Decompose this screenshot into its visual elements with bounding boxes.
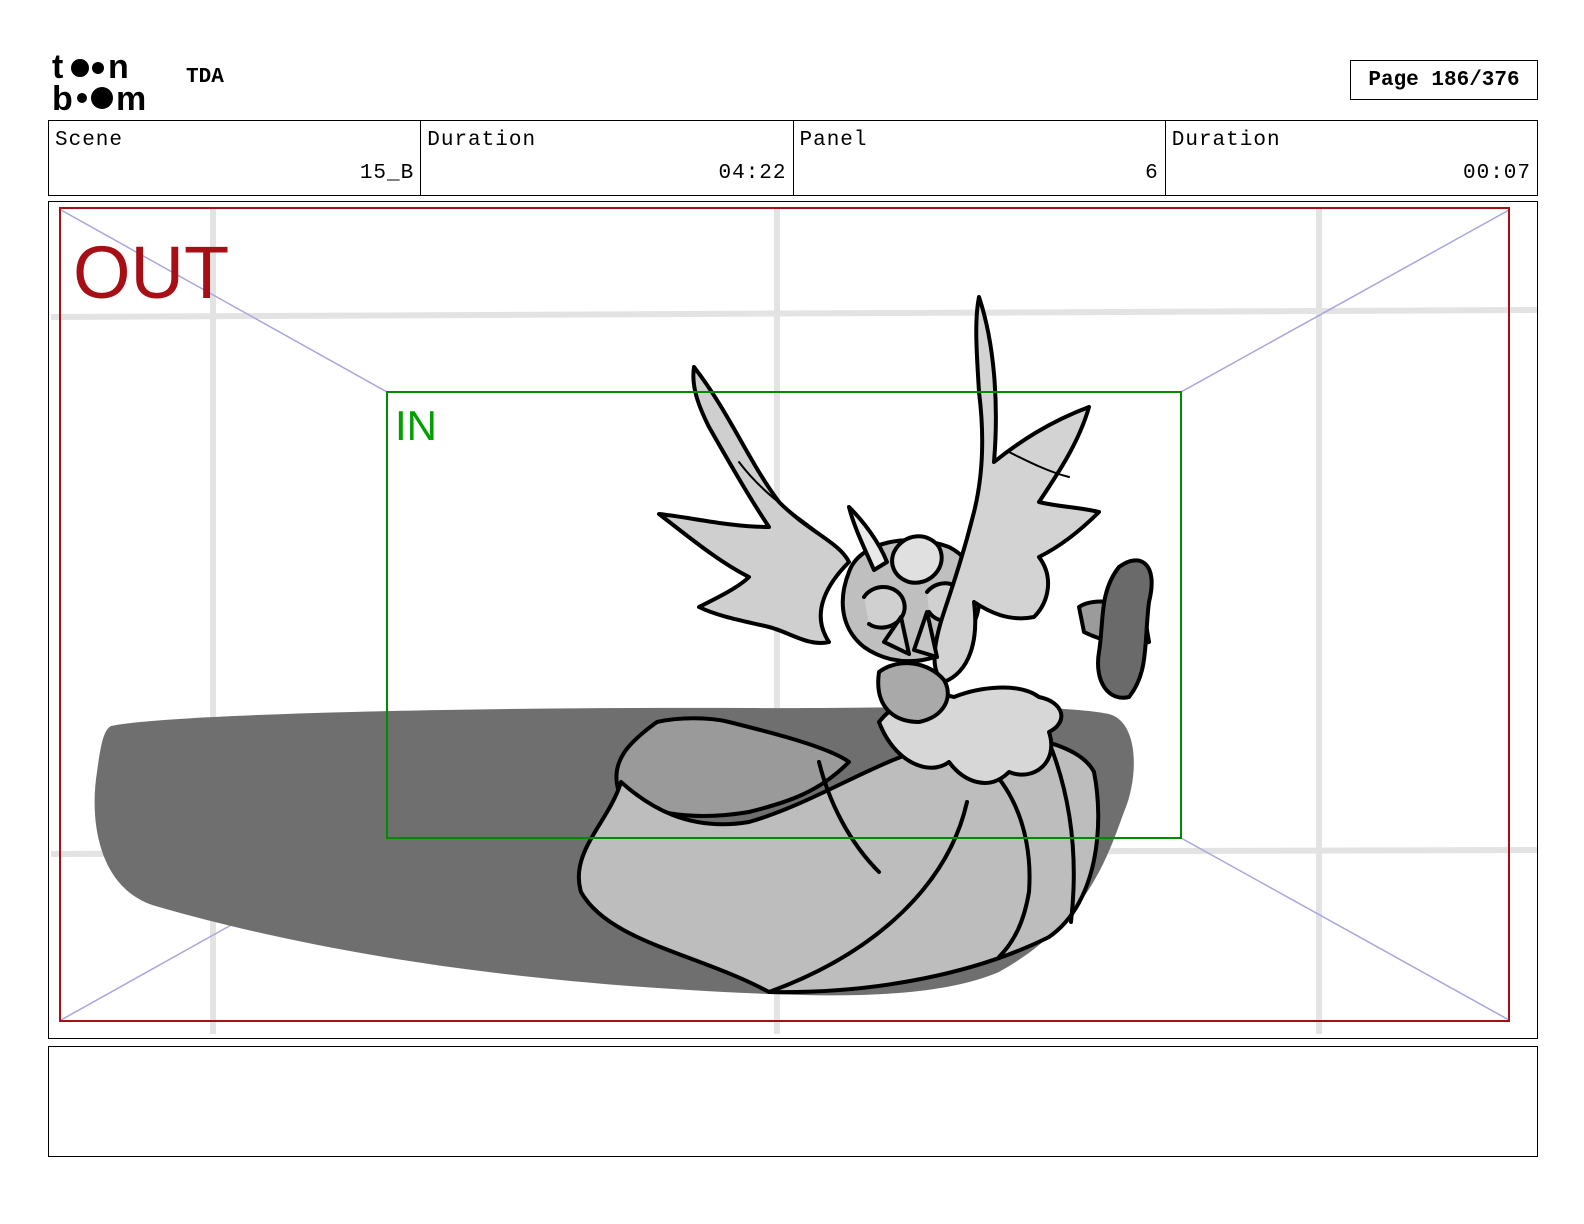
- scene-duration-value: 04:22: [718, 162, 787, 185]
- panel-value: 6: [1145, 162, 1159, 185]
- scene-duration-cell: Duration 04:22: [420, 121, 792, 195]
- svg-text:b: b: [52, 80, 73, 114]
- panel-duration-cell: Duration 00:07: [1164, 121, 1537, 195]
- panel-duration-value: 00:07: [1462, 162, 1531, 185]
- character-figure: [576, 295, 1154, 995]
- panel-cell: Panel 6: [792, 121, 1165, 195]
- scene-value: 15_B: [359, 162, 415, 185]
- scene-label: Scene: [55, 129, 124, 152]
- scene-cell: Scene 15_B: [49, 121, 420, 195]
- project-name: TDA: [186, 66, 224, 89]
- panel-drawing: OUT IN: [50, 207, 1538, 1034]
- panel-duration-label: Duration: [1171, 129, 1281, 152]
- scene-duration-label: Duration: [427, 129, 537, 152]
- panel-notes-box: [48, 1046, 1538, 1157]
- toon-boom-logo: t n b m: [52, 48, 164, 118]
- panel-label: Panel: [799, 129, 868, 152]
- out-label: OUT: [73, 231, 229, 314]
- svg-text:m: m: [116, 80, 146, 114]
- in-label: IN: [395, 402, 437, 449]
- storyboard-panel: OUT IN: [48, 201, 1538, 1039]
- panel-info-table: Scene 15_B Duration 04:22 Panel 6 Durati…: [48, 120, 1538, 196]
- page-number: Page 186/376: [1350, 60, 1538, 100]
